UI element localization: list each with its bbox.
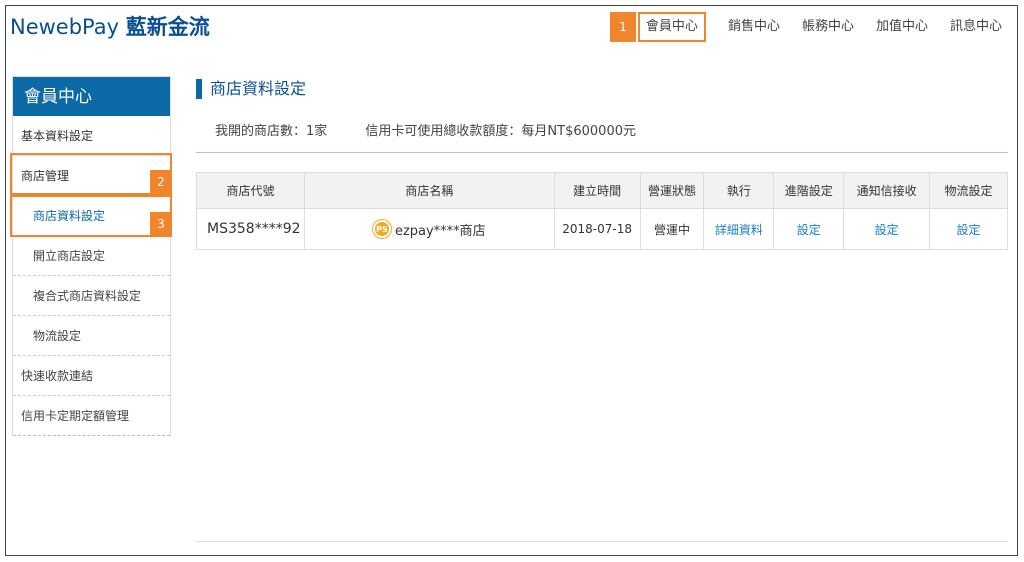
store-name-text: ezpay****商店 bbox=[394, 223, 486, 239]
advanced-settings-link[interactable]: 設定 bbox=[773, 208, 845, 250]
main-content: 商店資料設定 我開的商店數：1家 信用卡可使用總收款額度：每月NT$600000… bbox=[196, 79, 1008, 250]
col-store-code: 商店代號 bbox=[196, 172, 305, 209]
nav-sales-center[interactable]: 銷售中心 bbox=[728, 14, 780, 40]
brand-name-en: NewebPay bbox=[10, 15, 120, 39]
store-count: 我開的商店數：1家 bbox=[215, 124, 328, 139]
store-created-date: 2018-07-18 bbox=[553, 208, 641, 250]
highlight-store-management: 2 bbox=[10, 153, 172, 195]
store-summary: 我開的商店數：1家 信用卡可使用總收款額度：每月NT$600000元 bbox=[215, 120, 636, 139]
footer-divider bbox=[196, 541, 1008, 542]
credit-card-limit: 信用卡可使用總收款額度：每月NT$600000元 bbox=[365, 124, 636, 139]
store-name: PS ezpay****商店 bbox=[372, 220, 486, 239]
page-title: 商店資料設定 bbox=[196, 79, 1008, 99]
store-status: 營運中 bbox=[639, 208, 705, 250]
col-action: 執行 bbox=[703, 172, 775, 209]
nav-billing-center[interactable]: 帳務中心 bbox=[802, 14, 854, 40]
sidebar-item-logistics-settings[interactable]: 物流設定 bbox=[13, 316, 170, 356]
sidebar-item-open-store-settings[interactable]: 開立商店設定 bbox=[13, 236, 170, 276]
brand-logo[interactable]: NewebPay 藍新金流 bbox=[10, 11, 210, 41]
logistics-settings-link[interactable]: 設定 bbox=[929, 208, 1008, 250]
store-code: MS358****92 bbox=[196, 208, 305, 250]
notification-settings-link[interactable]: 設定 bbox=[843, 208, 931, 250]
brand-name-cn: 藍新金流 bbox=[125, 15, 210, 39]
sidebar-title: 會員中心 bbox=[13, 77, 170, 116]
sidebar-item-composite-store-settings[interactable]: 複合式商店資料設定 bbox=[13, 276, 170, 316]
store-table: 商店代號 商店名稱 建立時間 營運狀態 執行 進階設定 通知信接收 物流設定 M… bbox=[196, 172, 1008, 250]
details-link[interactable]: 詳細資料 bbox=[703, 208, 775, 250]
sidebar: 會員中心 基本資料設定 商店管理 商店資料設定 開立商店設定 複合式商店資料設定… bbox=[12, 76, 171, 436]
col-created-date: 建立時間 bbox=[553, 172, 641, 209]
col-logistics: 物流設定 bbox=[929, 172, 1008, 209]
sidebar-item-quick-payment-link[interactable]: 快速收款連結 bbox=[13, 356, 170, 396]
table-row: MS358****92 PS ezpay****商店 2018-07-18 營運… bbox=[196, 208, 1008, 250]
nav-member-center[interactable]: 會員中心 bbox=[637, 12, 706, 42]
table-header-row: 商店代號 商店名稱 建立時間 營運狀態 執行 進階設定 通知信接收 物流設定 bbox=[196, 172, 1008, 209]
col-advanced-settings: 進階設定 bbox=[773, 172, 845, 209]
summary-divider bbox=[196, 152, 1008, 153]
nav-value-added-center[interactable]: 加值中心 bbox=[876, 14, 928, 40]
col-store-name: 商店名稱 bbox=[303, 172, 555, 209]
step-badge-2: 2 bbox=[150, 170, 172, 194]
sidebar-item-credit-card-recurring[interactable]: 信用卡定期定額管理 bbox=[13, 396, 170, 436]
highlight-store-data-settings: 3 bbox=[10, 195, 172, 237]
step-badge-3: 3 bbox=[150, 212, 172, 236]
top-nav: 1 會員中心 銷售中心 帳務中心 加值中心 訊息中心 bbox=[609, 12, 1002, 42]
store-name-cell: PS ezpay****商店 bbox=[303, 208, 555, 250]
col-status: 營運狀態 bbox=[639, 172, 705, 209]
step-badge-1: 1 bbox=[609, 12, 636, 42]
ezpay-store-icon: PS bbox=[372, 220, 391, 238]
nav-message-center[interactable]: 訊息中心 bbox=[950, 14, 1002, 40]
sidebar-item-basic-info[interactable]: 基本資料設定 bbox=[13, 116, 170, 156]
col-notification: 通知信接收 bbox=[843, 172, 931, 209]
